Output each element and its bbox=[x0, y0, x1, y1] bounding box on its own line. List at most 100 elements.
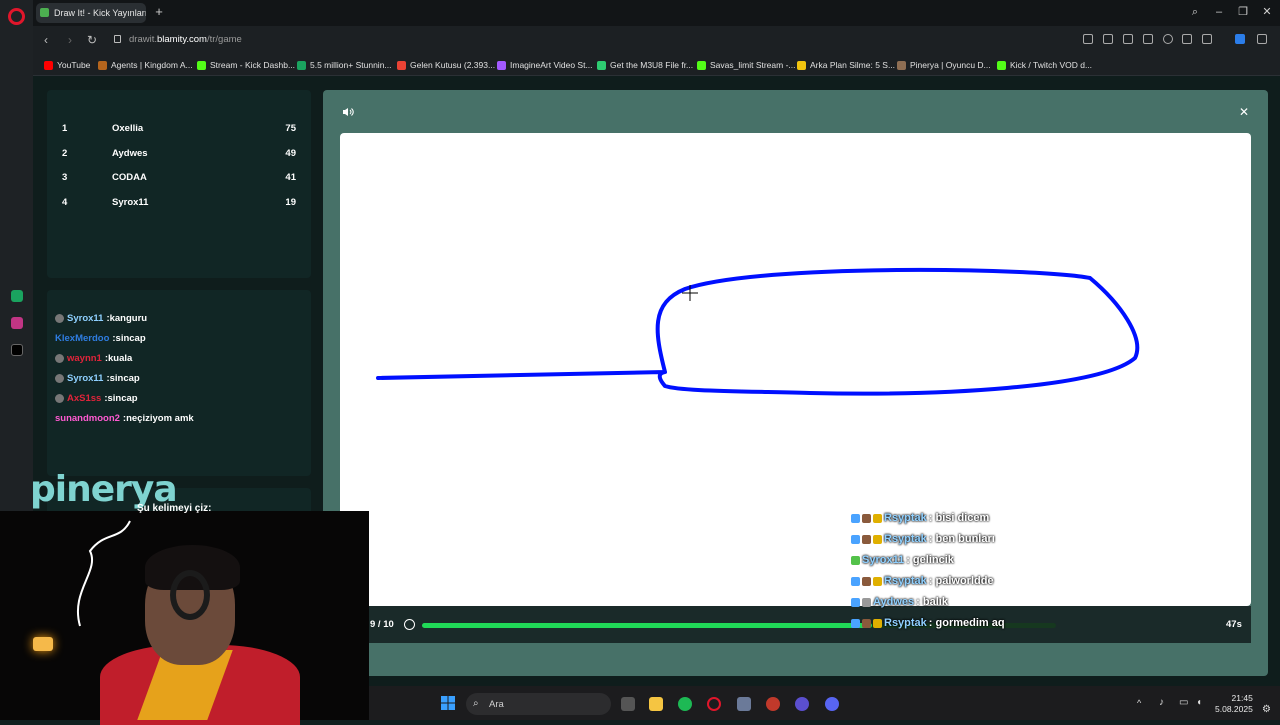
leaderboard-score: 49 bbox=[285, 147, 296, 159]
task-view-icon[interactable] bbox=[621, 697, 635, 711]
heart-icon[interactable] bbox=[1163, 34, 1173, 44]
leaderboard-row: 4 Syrox11 19 bbox=[47, 197, 311, 217]
leaderboard-rank: 4 bbox=[62, 196, 68, 208]
bookmark-item[interactable]: Kick / Twitch VOD d... bbox=[997, 60, 1092, 70]
lock-icon[interactable] bbox=[114, 35, 121, 43]
word-prompt: Şu kelimeyi çiz: bbox=[137, 503, 212, 514]
bookmark-label: Stream - Kick Dashb... bbox=[210, 60, 296, 70]
badge-icon bbox=[862, 513, 871, 523]
chat-username[interactable]: sunandmoon2 bbox=[55, 413, 120, 424]
overlay-chat-message: Aydwes : balık bbox=[851, 596, 948, 608]
extension-icon[interactable] bbox=[1235, 34, 1245, 44]
app-icon[interactable] bbox=[737, 697, 751, 711]
close-window-icon[interactable]: ✕ bbox=[1259, 5, 1275, 19]
tray-chevron-icon[interactable]: ^ bbox=[1137, 698, 1141, 708]
x-icon[interactable] bbox=[11, 344, 23, 356]
whatsapp-icon[interactable] bbox=[11, 290, 23, 302]
close-icon[interactable]: ✕ bbox=[1239, 105, 1249, 119]
bookmark-label: Savas_limit Stream -... bbox=[710, 60, 796, 70]
bookmark-item[interactable]: Savas_limit Stream -... bbox=[697, 60, 796, 70]
opera-logo-icon[interactable] bbox=[8, 8, 25, 25]
opera-taskbar-icon[interactable] bbox=[707, 697, 721, 711]
instagram-icon[interactable] bbox=[11, 317, 23, 329]
bookmark-favicon-icon bbox=[98, 60, 107, 70]
profile-icon[interactable] bbox=[1202, 34, 1212, 44]
bookmark-item[interactable]: 5.5 million+ Stunnin... bbox=[297, 60, 392, 70]
url-field[interactable]: drawit.blamity.com/tr/game bbox=[129, 34, 242, 45]
menu-icon[interactable] bbox=[1182, 34, 1192, 44]
chat-message: Syrox11:sincap bbox=[55, 373, 140, 384]
leaderboard-score: 75 bbox=[285, 123, 296, 134]
badge-icon bbox=[851, 597, 860, 607]
overlay-chat-username: Rsyptak bbox=[884, 512, 927, 524]
chat-text: :kanguru bbox=[106, 313, 148, 324]
bookmark-favicon-icon bbox=[597, 60, 606, 70]
chat-avatar-icon bbox=[55, 394, 64, 403]
cube-icon[interactable] bbox=[1257, 34, 1267, 44]
discord-icon[interactable] bbox=[825, 697, 839, 711]
chat-text: :sincap bbox=[104, 393, 138, 404]
bookmark-item[interactable]: Agents | Kingdom A... bbox=[98, 60, 193, 70]
chat-username[interactable]: Syrox11 bbox=[67, 373, 103, 384]
chat-username[interactable]: waynn1 bbox=[67, 353, 102, 364]
file-explorer-icon[interactable] bbox=[649, 697, 663, 711]
candle-light bbox=[33, 637, 53, 651]
chat-message: KlexMerdoo:sincap bbox=[55, 333, 146, 344]
bookmark-item[interactable]: YouTube bbox=[44, 60, 90, 70]
obs-icon[interactable] bbox=[766, 697, 780, 711]
leaderboard-row: 3 CODAA 41 bbox=[47, 172, 311, 192]
tab-drawit[interactable]: Draw It! - Kick Yayınları İç bbox=[36, 3, 146, 23]
bookmark-label: Agents | Kingdom A... bbox=[111, 60, 193, 70]
windows-start-icon[interactable] bbox=[441, 696, 455, 710]
play-icon[interactable] bbox=[1143, 34, 1153, 44]
bookmark-item[interactable]: Pinerya | Oyuncu D... bbox=[897, 60, 991, 70]
clock[interactable]: 21:45 5.08.2025 bbox=[1215, 693, 1253, 715]
new-tab-icon[interactable]: + bbox=[152, 5, 166, 19]
microphone-icon[interactable]: ♪ bbox=[1159, 697, 1164, 708]
maximize-icon[interactable]: ❐ bbox=[1235, 5, 1251, 19]
overlay-chat-username: Rsyptak bbox=[884, 533, 927, 545]
bookmark-item[interactable]: Stream - Kick Dashb... bbox=[197, 60, 295, 70]
edit-icon[interactable] bbox=[1083, 34, 1093, 44]
bookmark-favicon-icon bbox=[297, 60, 306, 70]
chat-username[interactable]: KlexMerdoo bbox=[55, 333, 109, 344]
overlay-chat-username: Rsyptak bbox=[884, 617, 927, 629]
chat-avatar-icon bbox=[55, 374, 64, 383]
sound-icon[interactable] bbox=[342, 107, 354, 117]
taskbar-search[interactable] bbox=[466, 693, 611, 715]
overlay-chat-message: Rsyptak : ben bunları bbox=[851, 533, 995, 545]
minimize-icon[interactable]: – bbox=[1211, 5, 1227, 19]
volume-icon[interactable]: ◖ bbox=[1196, 697, 1202, 708]
chat-username[interactable]: Syrox11 bbox=[67, 313, 103, 324]
camera-icon[interactable] bbox=[1103, 34, 1113, 44]
bookmark-label: Kick / Twitch VOD d... bbox=[1010, 60, 1093, 70]
spotify-icon[interactable] bbox=[678, 697, 692, 711]
bookmark-label: YouTube bbox=[57, 60, 91, 70]
chat-username[interactable]: AxS1ss bbox=[67, 393, 101, 404]
bookmark-item[interactable]: Arka Plan Silme: 5 S... bbox=[797, 60, 895, 70]
reload-icon[interactable]: ↻ bbox=[84, 32, 100, 48]
back-icon[interactable]: ‹ bbox=[38, 32, 54, 48]
chat-text: :neçiziyom amk bbox=[122, 413, 194, 424]
chat-text: :kuala bbox=[104, 353, 133, 364]
bookmark-favicon-icon bbox=[497, 60, 506, 70]
overlay-chat-message: Rsyptak : palworldde bbox=[851, 575, 994, 587]
badge-icon bbox=[851, 576, 860, 586]
bookmark-item[interactable]: Gelen Kutusu (2.393... bbox=[397, 60, 495, 70]
search-tabs-icon[interactable]: ⌕ bbox=[1187, 5, 1203, 19]
settings-icon[interactable]: ⚙ bbox=[1262, 704, 1271, 715]
leaderboard-name: CODAA bbox=[112, 172, 147, 183]
shield-icon[interactable] bbox=[1123, 34, 1133, 44]
forward-icon[interactable]: › bbox=[62, 32, 78, 48]
leaderboard-name: Aydwes bbox=[112, 147, 148, 159]
drawing-canvas[interactable] bbox=[340, 133, 1251, 606]
timer-icon bbox=[404, 619, 415, 630]
badge-icon bbox=[851, 618, 860, 628]
overlay-chat-username: Rsyptak bbox=[884, 575, 927, 587]
leaderboard-rank: 2 bbox=[62, 147, 68, 159]
bookmark-item[interactable]: Get the M3U8 File fr... bbox=[597, 60, 693, 70]
bookmark-item[interactable]: ImagineArt Video St... bbox=[497, 60, 593, 70]
badge-icon bbox=[862, 597, 871, 607]
network-icon[interactable]: ▭ bbox=[1179, 697, 1188, 708]
app2-icon[interactable] bbox=[795, 697, 809, 711]
